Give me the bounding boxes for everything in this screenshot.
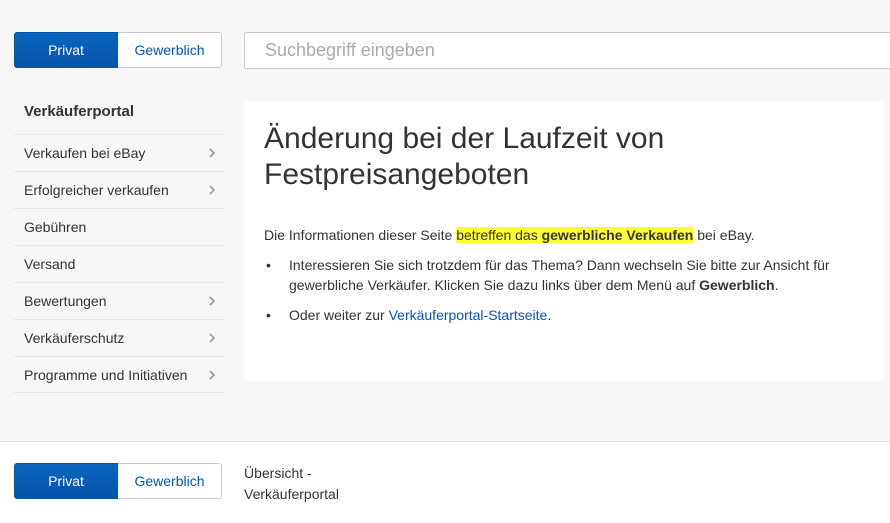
seller-type-toggle-footer: Privat Gewerblich [14, 463, 222, 499]
chevron-right-icon [206, 147, 218, 159]
bullet-icon: • [266, 307, 271, 323]
sidebar-item-programs[interactable]: Programme und Initiativen [14, 356, 224, 393]
private-button[interactable]: Privat [14, 32, 118, 68]
sidebar-item-sell-better[interactable]: Erfolgreicher verkaufen [14, 171, 224, 208]
list-item: • Interessieren Sie sich trotzdem für das… [266, 257, 830, 293]
business-button[interactable]: Gewerblich [118, 32, 222, 68]
chevron-right-icon [206, 184, 218, 196]
highlighted-text: betreffen das gewerbliche Verkaufen [456, 227, 694, 243]
sidebar-item-label: Programme und Initiativen [24, 366, 188, 383]
sidebar-title: Verkäuferportal [24, 103, 135, 120]
bullet-icon: • [266, 257, 271, 273]
sidebar-item-feedback[interactable]: Bewertungen [14, 282, 224, 319]
sidebar-item-label: Bewertungen [24, 293, 107, 309]
content-card: Änderung bei der Laufzeit von Festpreisa… [244, 101, 884, 381]
private-button[interactable]: Privat [14, 463, 118, 499]
footer-breadcrumb[interactable]: Übersicht - Verkäuferportal [244, 463, 364, 505]
sidebar-item-label: Gebühren [24, 219, 87, 235]
search-input[interactable] [244, 32, 890, 69]
chevron-right-icon [206, 295, 218, 307]
sidebar-item-label: Erfolgreicher verkaufen [24, 182, 169, 198]
sidebar-item-seller-protection[interactable]: Verkäuferschutz [14, 319, 224, 356]
sidebar-item-label: Verkaufen bei eBay [24, 145, 146, 161]
list-item: • Oder weiter zur Verkäuferportal-Startse… [266, 307, 552, 323]
page-title: Änderung bei der Laufzeit von Festpreisa… [264, 122, 665, 191]
sidebar-item-fees[interactable]: Gebühren [14, 208, 224, 245]
sidebar-item-shipping[interactable]: Versand [14, 245, 224, 282]
sidebar-item-selling-on-ebay[interactable]: Verkaufen bei eBay [14, 134, 224, 171]
business-button[interactable]: Gewerblich [118, 463, 222, 499]
sidebar-item-label: Versand [24, 256, 76, 272]
chevron-right-icon [206, 332, 218, 344]
seller-portal-home-link[interactable]: Verkäuferportal-Startseite [389, 307, 548, 323]
info-list: • Interessieren Sie sich trotzdem für das… [264, 255, 864, 325]
sidebar-item-label: Verkäuferschutz [24, 330, 125, 346]
chevron-right-icon [206, 369, 218, 381]
sidebar-nav: Verkäuferportal Verkaufen bei eBay Erfol… [14, 95, 224, 393]
intro-text: Die Informationen dieser Seite betreffen… [264, 227, 755, 243]
seller-type-toggle: Privat Gewerblich [14, 32, 222, 68]
